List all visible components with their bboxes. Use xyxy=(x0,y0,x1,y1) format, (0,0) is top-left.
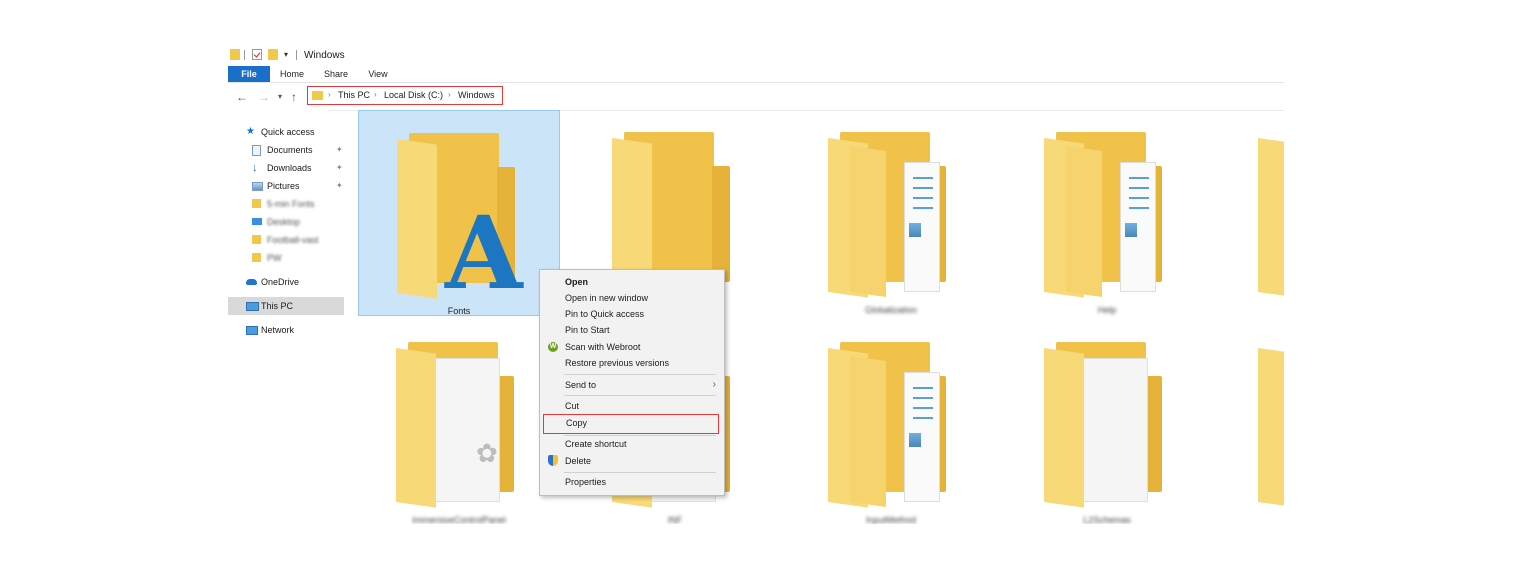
pin-icon[interactable]: ✦ xyxy=(336,142,343,158)
menu-separator xyxy=(564,395,716,396)
menu-item-restore-previous-versions[interactable]: Restore previous versions xyxy=(540,355,724,371)
folder-icon xyxy=(1258,132,1284,298)
folder-icon: A xyxy=(397,133,523,303)
breadcrumb-windows[interactable]: Windows xyxy=(458,90,495,100)
recent-locations-icon[interactable]: ▾ xyxy=(278,92,282,101)
menu-separator xyxy=(564,472,716,473)
navigation-pane: ★ Quick access Documents ✦ ↓ Downloads ✦… xyxy=(228,124,346,524)
chevron-right-icon: › xyxy=(712,379,716,390)
documents-icon xyxy=(252,145,261,156)
sidebar-item-pw[interactable]: PW xyxy=(252,250,352,266)
folder-name: L2Schemas xyxy=(1083,515,1131,524)
folder-tile-immersive-control-panel[interactable]: ✿ ImmersiveControlPanel xyxy=(358,320,560,524)
download-icon: ↓ xyxy=(252,162,258,174)
ribbon-tabs: File Home Share View xyxy=(228,66,1284,83)
menu-item-cut[interactable]: Cut xyxy=(540,398,724,414)
file-list: A Fonts Globalization Help ✿ ImmersiveCo… xyxy=(358,110,1284,524)
sidebar-item-5-min-fonts[interactable]: 5-min Fonts xyxy=(252,196,352,212)
webroot-icon: W xyxy=(548,342,558,352)
sidebar-item-football-vast[interactable]: Football-vast xyxy=(252,232,352,248)
folder-icon xyxy=(252,199,261,208)
menu-item-scan-with-webroot[interactable]: W Scan with Webroot xyxy=(540,339,724,355)
navigation-bar: ← → ▾ ↑ › This PC › Local Disk (C:) › Wi… xyxy=(228,86,1284,111)
title-bar: ▾ Windows xyxy=(228,44,1284,66)
customize-quick-access-icon[interactable]: ▾ xyxy=(284,50,288,59)
folder-with-documents-icon xyxy=(828,342,946,508)
sidebar-item-downloads[interactable]: ↓ Downloads ✦ xyxy=(252,160,352,176)
folder-tile-globalization[interactable]: Globalization xyxy=(790,110,992,316)
folder-name: ImmersiveControlPanel xyxy=(412,515,506,524)
sidebar-item-documents[interactable]: Documents ✦ xyxy=(252,142,352,158)
folder-icon xyxy=(1258,342,1284,508)
menu-item-delete[interactable]: Delete xyxy=(540,453,724,469)
cloud-icon xyxy=(246,279,257,285)
menu-item-pin-to-quick-access[interactable]: Pin to Quick access xyxy=(540,306,724,322)
menu-separator xyxy=(564,374,716,375)
sidebar-item-quick-access[interactable]: ★ Quick access xyxy=(246,124,346,140)
chevron-right-icon[interactable]: › xyxy=(328,90,331,99)
sidebar-item-desktop[interactable]: Desktop xyxy=(252,214,352,230)
folder-tile-partial[interactable] xyxy=(1222,320,1284,524)
menu-item-properties[interactable]: Properties xyxy=(540,474,724,490)
network-icon xyxy=(246,326,258,335)
menu-item-pin-to-start[interactable]: Pin to Start xyxy=(540,322,724,338)
tab-file[interactable]: File xyxy=(228,66,270,82)
folder-tile-fonts[interactable]: A Fonts xyxy=(358,110,560,316)
star-icon: ★ xyxy=(246,126,255,137)
pc-icon xyxy=(246,302,259,311)
folder-name: Fonts xyxy=(447,306,471,316)
pin-icon[interactable]: ✦ xyxy=(336,178,343,194)
folder-name: InputMethod xyxy=(865,515,917,524)
file-explorer-window: ▾ Windows File Home Share View ← → ▾ ↑ ›… xyxy=(228,44,1284,524)
tab-view[interactable]: View xyxy=(362,66,394,82)
folder-icon xyxy=(612,132,730,298)
folder-icon xyxy=(252,253,261,262)
window-title: Windows xyxy=(304,50,345,61)
folder-tile-input-method[interactable]: InputMethod xyxy=(790,320,992,524)
font-letter-icon: A xyxy=(445,194,523,312)
folder-name: Help xyxy=(1097,305,1117,315)
folder-with-documents-icon xyxy=(1044,132,1162,298)
folder-with-documents-icon xyxy=(828,132,946,298)
sidebar-item-this-pc[interactable]: This PC xyxy=(246,298,346,314)
sidebar-item-onedrive[interactable]: OneDrive xyxy=(246,274,346,290)
folder-name: INF xyxy=(667,515,683,524)
desktop-icon xyxy=(252,218,262,225)
menu-item-open-in-new-window[interactable]: Open in new window xyxy=(540,290,724,306)
folder-tile-l2schemas[interactable]: L2Schemas xyxy=(1006,320,1208,524)
pin-icon[interactable]: ✦ xyxy=(336,160,343,176)
sidebar-item-pictures[interactable]: Pictures ✦ xyxy=(252,178,352,194)
context-menu: Open Open in new window Pin to Quick acc… xyxy=(539,269,725,496)
properties-icon[interactable] xyxy=(252,49,262,60)
chevron-right-icon[interactable]: › xyxy=(448,90,451,99)
folder-icon xyxy=(252,235,261,244)
menu-item-send-to[interactable]: Send to › xyxy=(540,377,724,393)
tab-share[interactable]: Share xyxy=(318,66,354,82)
breadcrumb-local-disk[interactable]: Local Disk (C:) xyxy=(384,90,443,100)
folder-icon xyxy=(312,91,323,100)
pictures-icon xyxy=(252,182,263,191)
folder-tile-partial[interactable] xyxy=(1222,110,1284,316)
back-arrow-icon[interactable]: ← xyxy=(236,90,248,104)
folder-tile-help[interactable]: Help xyxy=(1006,110,1208,316)
tab-home[interactable]: Home xyxy=(274,66,310,82)
folder-name: Globalization xyxy=(864,305,918,315)
forward-arrow-icon[interactable]: → xyxy=(258,90,270,104)
menu-item-open[interactable]: Open xyxy=(540,274,724,290)
gear-icon: ✿ xyxy=(476,438,498,468)
menu-item-create-shortcut[interactable]: Create shortcut xyxy=(540,436,724,452)
chevron-right-icon[interactable]: › xyxy=(374,90,377,99)
new-folder-icon[interactable] xyxy=(268,49,278,60)
address-bar[interactable]: › This PC › Local Disk (C:) › Windows xyxy=(307,86,503,105)
menu-item-copy[interactable]: Copy xyxy=(543,414,719,434)
admin-shield-icon xyxy=(548,455,558,466)
folder-icon xyxy=(230,49,240,60)
up-arrow-icon[interactable]: ↑ xyxy=(291,90,297,104)
sidebar-item-network[interactable]: Network xyxy=(246,322,346,338)
breadcrumb-this-pc[interactable]: This PC xyxy=(338,90,370,100)
folder-with-files-icon xyxy=(1044,342,1162,508)
divider xyxy=(296,50,297,60)
divider xyxy=(244,50,245,60)
folder-with-files-icon: ✿ xyxy=(396,342,514,508)
